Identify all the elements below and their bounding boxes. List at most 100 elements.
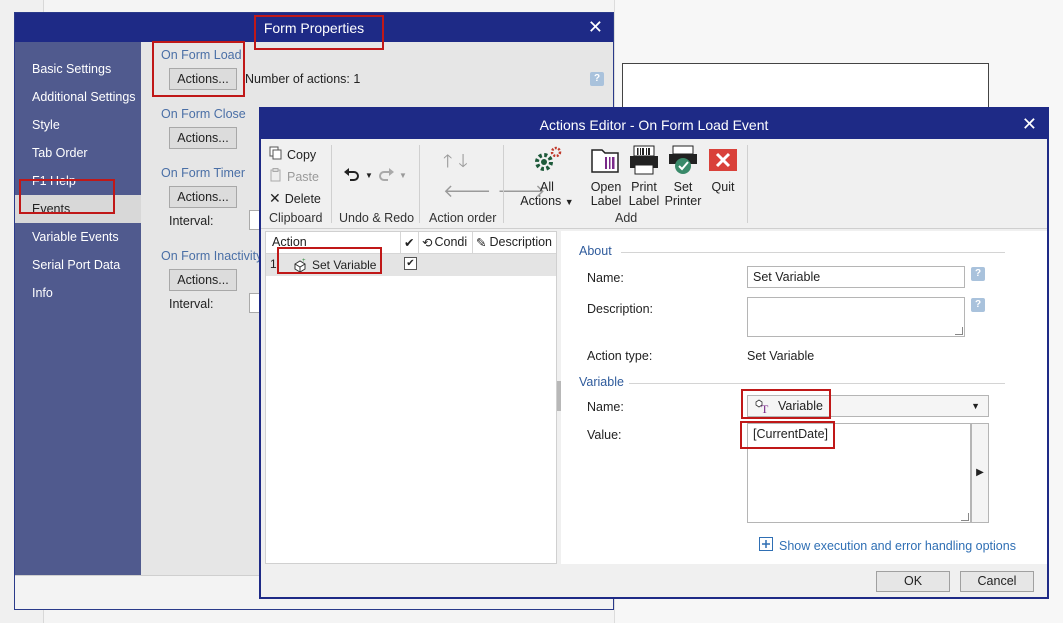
sidebar-item-f1-help[interactable]: F1 Help	[15, 167, 141, 195]
undo-button[interactable]: ▼	[343, 167, 373, 184]
undo-dropdown-icon[interactable]: ▼	[365, 171, 373, 180]
show-options-text: Show execution and error handling option…	[779, 538, 1016, 553]
copy-icon	[269, 146, 283, 163]
open-label-button[interactable]: Open Label	[587, 145, 625, 208]
actions-editor-dialog: Actions Editor - On Form Load Event ✕ Co…	[259, 107, 1049, 599]
about-section-line	[621, 252, 1005, 253]
variable-section-title: Variable	[579, 375, 624, 389]
printer-icon	[625, 145, 663, 178]
variable-value-label: Value:	[587, 428, 622, 442]
sidebar-item-style[interactable]: Style	[15, 111, 141, 139]
on-form-timer-actions-button[interactable]: Actions...	[169, 186, 237, 208]
ribbon-toolbar: Copy Paste ✕ Delete Clipboard ▼ ▼ Undo &…	[261, 139, 1047, 229]
add-group-label: Add	[615, 211, 638, 225]
all-actions-label-1: All	[540, 180, 554, 194]
close-icon[interactable]: ✕	[1022, 114, 1037, 135]
sidebar-item-variable-events[interactable]: Variable Events	[15, 223, 141, 251]
set-printer-button[interactable]: Set Printer	[663, 145, 703, 208]
variable-value-input[interactable]: [CurrentDate]	[747, 423, 971, 523]
row-index: 1	[270, 257, 277, 271]
about-description-input[interactable]	[747, 297, 965, 337]
redo-dropdown-icon[interactable]: ▼	[399, 171, 407, 180]
triangle-right-icon: ▶	[976, 467, 984, 478]
sidebar-item-basic-settings[interactable]: Basic Settings	[15, 55, 141, 83]
sidebar-item-info[interactable]: Info	[15, 279, 141, 307]
paste-button[interactable]: Paste	[269, 168, 319, 185]
column-description[interactable]: ✎ Description	[476, 235, 552, 250]
text-variable-icon: T	[754, 398, 772, 420]
plus-box-icon	[759, 537, 773, 554]
gear-icon	[519, 145, 575, 178]
resize-grip-icon	[955, 327, 963, 335]
set-variable-icon: +	[292, 257, 308, 276]
cancel-button[interactable]: Cancel	[960, 571, 1034, 592]
arrow-up-icon[interactable]: 🡑	[443, 149, 452, 179]
actions-editor-title: Actions Editor - On Form Load Event	[539, 117, 769, 133]
inactivity-interval-label: Interval:	[169, 297, 214, 311]
all-actions-label-2-text: Actions	[520, 194, 562, 208]
resize-grip-icon	[961, 513, 969, 521]
paste-icon	[269, 168, 283, 185]
on-form-load-actions-button[interactable]: Actions...	[169, 68, 237, 90]
undo-icon	[343, 167, 361, 184]
show-options-link[interactable]: Show execution and error handling option…	[759, 537, 1016, 554]
form-properties-sidebar: Basic Settings Additional Settings Style…	[15, 42, 141, 577]
variable-name-select[interactable]: T Variable ▼	[747, 395, 989, 417]
sidebar-item-events[interactable]: Events	[15, 195, 141, 223]
undo-redo-group-label: Undo & Redo	[339, 211, 415, 225]
delete-icon: ✕	[269, 190, 281, 206]
variable-value-text: [CurrentDate]	[753, 427, 829, 441]
sidebar-item-additional-settings[interactable]: Additional Settings	[15, 83, 141, 111]
all-actions-button[interactable]: All Actions ▼	[519, 145, 575, 209]
print-label-button[interactable]: Print Label	[625, 145, 663, 208]
table-row[interactable]: 1 + Set Variable ✔	[266, 254, 556, 276]
quit-button[interactable]: Quit	[705, 145, 741, 194]
variable-name-value: Variable	[778, 399, 823, 413]
on-form-close-label: On Form Close	[161, 107, 246, 121]
set-printer-icon	[663, 145, 703, 178]
copy-label: Copy	[287, 147, 317, 162]
insert-data-source-button[interactable]: ▶	[971, 423, 989, 523]
quit-icon	[705, 145, 741, 178]
move-up-down-buttons[interactable]: 🡑 🡓	[443, 149, 468, 179]
sidebar-item-tab-order[interactable]: Tab Order	[15, 139, 141, 167]
ok-button[interactable]: OK	[876, 571, 950, 592]
about-name-input[interactable]: Set Variable	[747, 266, 965, 288]
pencil-icon: ✎	[476, 236, 487, 250]
column-action[interactable]: Action	[272, 235, 307, 249]
number-of-actions-text: Number of actions: 1	[245, 72, 361, 86]
actions-list-header: Action ✔ ⟲ Condi ✎ Description	[266, 232, 556, 254]
form-properties-title: Form Properties	[263, 20, 365, 36]
svg-text:+: +	[302, 258, 306, 264]
row-action-name: Set Variable	[312, 258, 377, 272]
delete-button[interactable]: ✕ Delete	[269, 190, 321, 207]
arrow-left-icon[interactable]: 🡐	[443, 181, 491, 202]
column-separator	[400, 232, 401, 254]
on-form-inactivity-actions-button[interactable]: Actions...	[169, 269, 237, 291]
delete-label: Delete	[284, 191, 321, 206]
column-separator	[472, 232, 473, 254]
sidebar-item-serial-port-data[interactable]: Serial Port Data	[15, 251, 141, 279]
dropdown-arrow-icon: ▼	[564, 197, 574, 207]
help-icon[interactable]: ?	[971, 298, 985, 312]
form-properties-titlebar: Form Properties ✕	[15, 13, 613, 42]
row-enabled-checkbox[interactable]: ✔	[404, 257, 417, 270]
arrow-down-icon[interactable]: 🡓	[458, 149, 467, 179]
redo-button[interactable]: ▼	[377, 167, 407, 184]
all-actions-label-2: Actions ▼	[519, 194, 575, 209]
about-name-label: Name:	[587, 271, 624, 285]
variable-section-line	[629, 383, 1005, 384]
condition-icon: ⟲	[422, 236, 433, 250]
on-form-inactivity-label: On Form Inactivity	[161, 249, 263, 263]
chevron-down-icon: ▼	[971, 401, 980, 411]
action-properties-panel: About Name: Set Variable ? Description: …	[561, 231, 1047, 564]
background-form-object	[622, 63, 989, 108]
help-icon[interactable]: ?	[590, 72, 604, 86]
ribbon-separator	[419, 145, 420, 223]
column-condition[interactable]: ⟲ Condi	[422, 235, 467, 250]
on-form-close-actions-button[interactable]: Actions...	[169, 127, 237, 149]
close-icon[interactable]: ✕	[588, 17, 603, 38]
help-icon[interactable]: ?	[971, 267, 985, 281]
ribbon-separator	[331, 145, 332, 223]
copy-button[interactable]: Copy	[269, 146, 316, 163]
